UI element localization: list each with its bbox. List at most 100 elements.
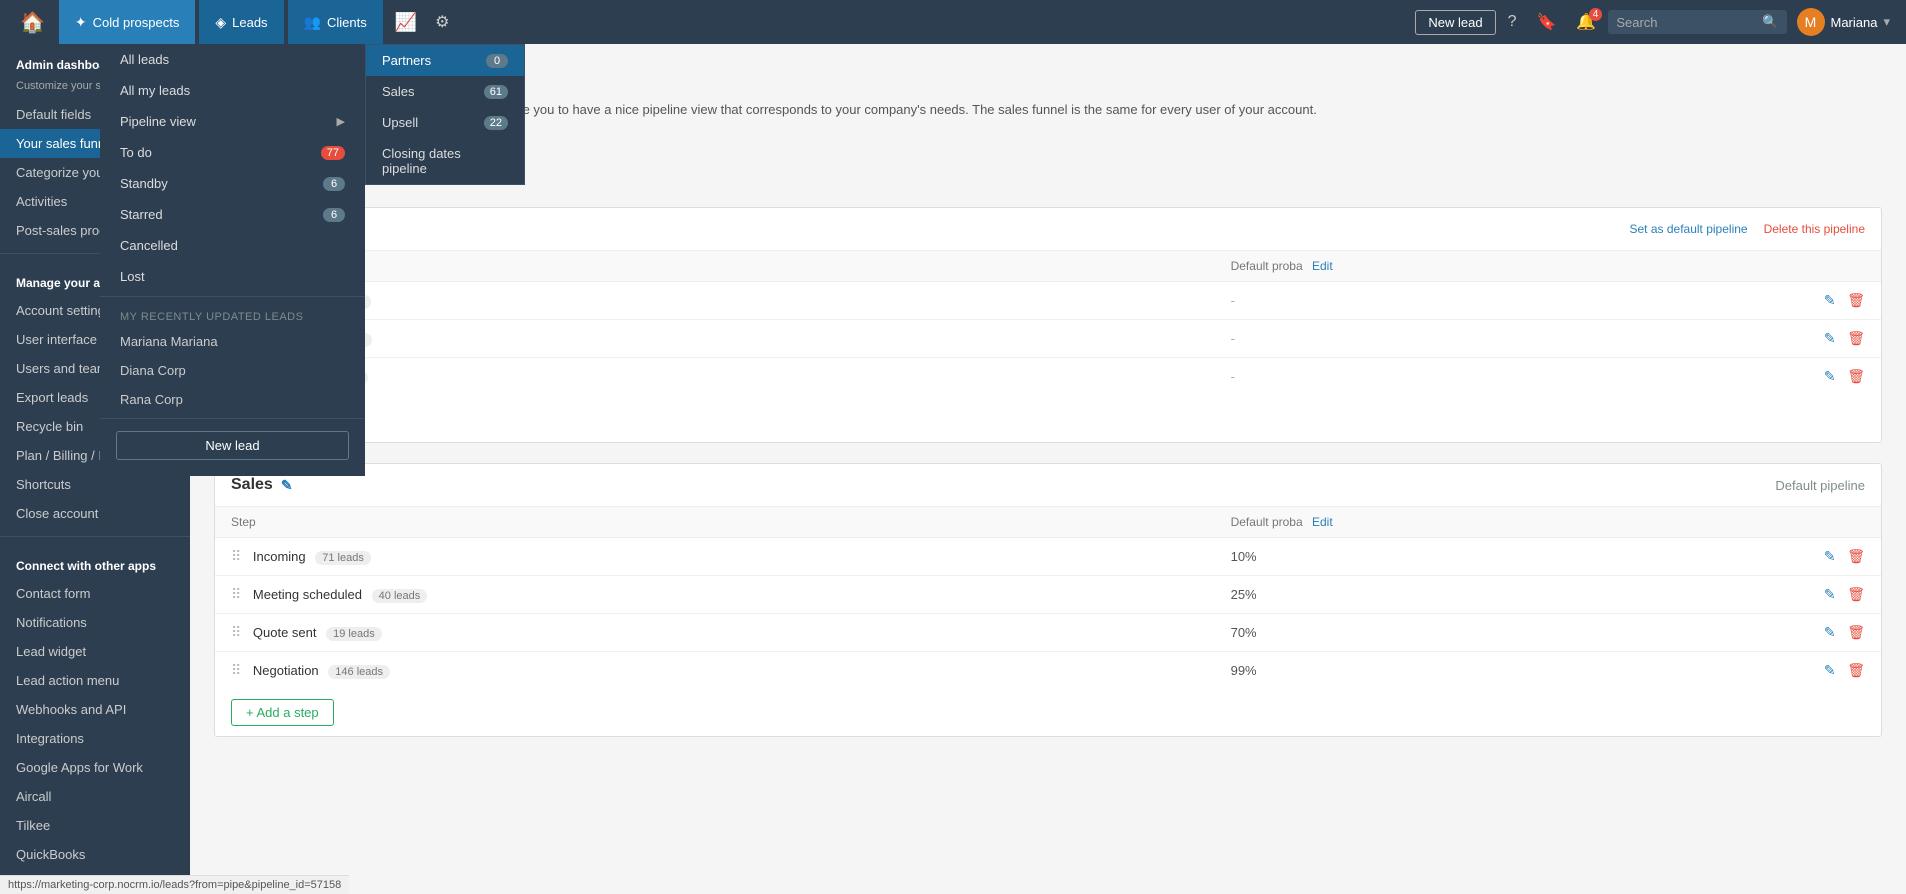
step-delete-button[interactable]: 🗑: [1847, 548, 1865, 564]
table-row: ⠿ In process 0 leads - ✎ 🗑: [215, 320, 1881, 358]
sales-add-step-button[interactable]: + Add a step: [231, 699, 334, 726]
default-fields-label: Default fields: [16, 107, 91, 122]
tab-clients[interactable]: 👥 Clients: [288, 0, 383, 44]
step-delete-button[interactable]: 🗑: [1847, 662, 1865, 678]
submenu-partners[interactable]: Partners 0: [366, 45, 524, 76]
table-row: ⠿ Contacted 0 leads - ✎ 🗑: [215, 282, 1881, 320]
leads-icon: ◈: [215, 14, 226, 31]
pipeline-sales-edit-icon[interactable]: ✎: [281, 477, 293, 494]
sidebar-item-webhooks[interactable]: Webhooks and API: [0, 695, 190, 724]
dropdown-pipeline-view[interactable]: Pipeline view ▶: [100, 106, 365, 137]
dropdown-new-lead-button[interactable]: New lead: [116, 431, 349, 460]
lead-count-badge: 146 leads: [328, 665, 390, 679]
recently-updated-section: MY RECENTLY UPDATED LEADS: [100, 301, 365, 327]
new-lead-button[interactable]: New lead: [1415, 10, 1495, 35]
sidebar-item-notifications[interactable]: Notifications: [0, 608, 190, 637]
sales-col-header-prob: Default proba Edit: [1215, 507, 1632, 538]
sidebar-item-integrations[interactable]: Integrations: [0, 724, 190, 753]
step-prob: -: [1231, 293, 1235, 308]
pipeline-partners: Partners ✎ Set as default pipeline Delet…: [214, 207, 1882, 443]
starred-badge: 6: [323, 208, 345, 222]
upsell-badge: 22: [484, 116, 508, 130]
search-input[interactable]: [1616, 15, 1756, 30]
sidebar-item-aircall[interactable]: Aircall: [0, 782, 190, 811]
step-edit-button[interactable]: ✎: [1824, 548, 1836, 564]
drag-handle-icon[interactable]: ⠿: [231, 624, 241, 640]
step-delete-button[interactable]: 🗑: [1847, 292, 1865, 308]
chart-icon[interactable]: 📈: [387, 12, 425, 33]
help-button[interactable]: ?: [1500, 13, 1525, 31]
dropdown-all-my-leads[interactable]: All my leads: [100, 75, 365, 106]
step-prob: -: [1231, 331, 1235, 346]
table-row: ⠿ Quote sent 19 leads 70% ✎ 🗑: [215, 614, 1881, 652]
drag-handle-icon[interactable]: ⠿: [231, 548, 241, 564]
delete-pipeline-link[interactable]: Delete this pipeline: [1764, 222, 1865, 236]
recent-lead-diana[interactable]: Diana Corp: [100, 356, 365, 385]
submenu-closing-dates[interactable]: Closing dates pipeline: [366, 138, 524, 184]
step-name: Incoming: [253, 549, 306, 564]
url-bar: https://marketing-corp.nocrm.io/leads?fr…: [0, 875, 349, 894]
gear-icon[interactable]: ⚙: [429, 12, 455, 32]
tab-cold-prospects[interactable]: ✦ Cold prospects: [59, 0, 195, 44]
sidebar-item-lead-action-menu[interactable]: Lead action menu: [0, 666, 190, 695]
recent-lead-rana[interactable]: Rana Corp: [100, 385, 365, 414]
step-delete-button[interactable]: 🗑: [1847, 330, 1865, 346]
notifications-button[interactable]: 🔔 4: [1568, 12, 1604, 32]
step-prob: 70%: [1231, 625, 1257, 640]
drag-handle-icon[interactable]: ⠿: [231, 586, 241, 602]
chevron-down-icon: ▾: [1883, 14, 1890, 30]
tab-leads[interactable]: ◈ Leads: [199, 0, 283, 44]
sidebar-item-quickbooks[interactable]: QuickBooks: [0, 840, 190, 869]
dropdown-cancelled[interactable]: Cancelled: [100, 230, 365, 261]
dropdown-standby[interactable]: Standby 6: [100, 168, 365, 199]
step-prob: 99%: [1231, 663, 1257, 678]
dropdown-starred[interactable]: Starred 6: [100, 199, 365, 230]
partners-badge: 0: [486, 54, 508, 68]
dropdown-to-do[interactable]: To do 77: [100, 137, 365, 168]
dropdown-lost[interactable]: Lost: [100, 261, 365, 292]
sidebar-item-tilkee[interactable]: Tilkee: [0, 811, 190, 840]
search-icon[interactable]: 🔍: [1762, 14, 1778, 30]
dropdown-all-leads[interactable]: All leads: [100, 44, 365, 75]
cold-prospects-icon: ✦: [75, 14, 87, 31]
search-container: 🔍: [1608, 10, 1786, 34]
edit-prob-link[interactable]: Edit: [1312, 259, 1333, 273]
table-row: ⠿ Incoming 71 leads 10% ✎ 🗑: [215, 538, 1881, 576]
step-prob: 25%: [1231, 587, 1257, 602]
step-edit-button[interactable]: ✎: [1824, 292, 1836, 308]
step-delete-button[interactable]: 🗑: [1847, 586, 1865, 602]
step-prob: 10%: [1231, 549, 1257, 564]
lead-count-badge: 19 leads: [326, 627, 382, 641]
step-edit-button[interactable]: ✎: [1824, 662, 1836, 678]
col-header-prob: Default proba Edit: [1215, 251, 1632, 282]
bookmarks-button[interactable]: 🔖: [1528, 12, 1564, 32]
pipeline-submenu: Partners 0 Sales 61 Upsell 22 Closing da…: [365, 44, 525, 185]
step-edit-button[interactable]: ✎: [1824, 624, 1836, 640]
sidebar-section-connect: Connect with other apps: [0, 545, 190, 579]
notifications-badge: 4: [1589, 8, 1603, 21]
recent-lead-mariana[interactable]: Mariana Mariana: [100, 327, 365, 356]
tab-cold-prospects-label: Cold prospects: [93, 15, 180, 30]
pipeline-partners-header: Partners ✎ Set as default pipeline Delet…: [215, 208, 1881, 251]
step-edit-button[interactable]: ✎: [1824, 330, 1836, 346]
step-edit-button[interactable]: ✎: [1824, 586, 1836, 602]
sales-badge: 61: [484, 85, 508, 99]
user-menu[interactable]: M Mariana ▾: [1791, 8, 1897, 36]
activities-label: Activities: [16, 194, 67, 209]
sidebar-item-close-account[interactable]: Close account: [0, 499, 190, 528]
clients-icon: 👥: [304, 14, 321, 31]
step-edit-button[interactable]: ✎: [1824, 368, 1836, 384]
sidebar-item-google-apps[interactable]: Google Apps for Work: [0, 753, 190, 782]
step-delete-button[interactable]: 🗑: [1847, 624, 1865, 640]
sidebar-item-contact-form[interactable]: Contact form: [0, 579, 190, 608]
set-default-pipeline-link[interactable]: Set as default pipeline: [1630, 222, 1748, 236]
home-icon[interactable]: 🏠: [10, 10, 55, 35]
submenu-sales[interactable]: Sales 61: [366, 76, 524, 107]
submenu-upsell[interactable]: Upsell 22: [366, 107, 524, 138]
drag-handle-icon[interactable]: ⠿: [231, 662, 241, 678]
lead-count-badge: 71 leads: [315, 551, 371, 565]
sales-edit-prob-link[interactable]: Edit: [1312, 515, 1333, 529]
tab-leads-label: Leads: [232, 15, 267, 30]
sidebar-item-lead-widget[interactable]: Lead widget: [0, 637, 190, 666]
step-delete-button[interactable]: 🗑: [1847, 368, 1865, 384]
